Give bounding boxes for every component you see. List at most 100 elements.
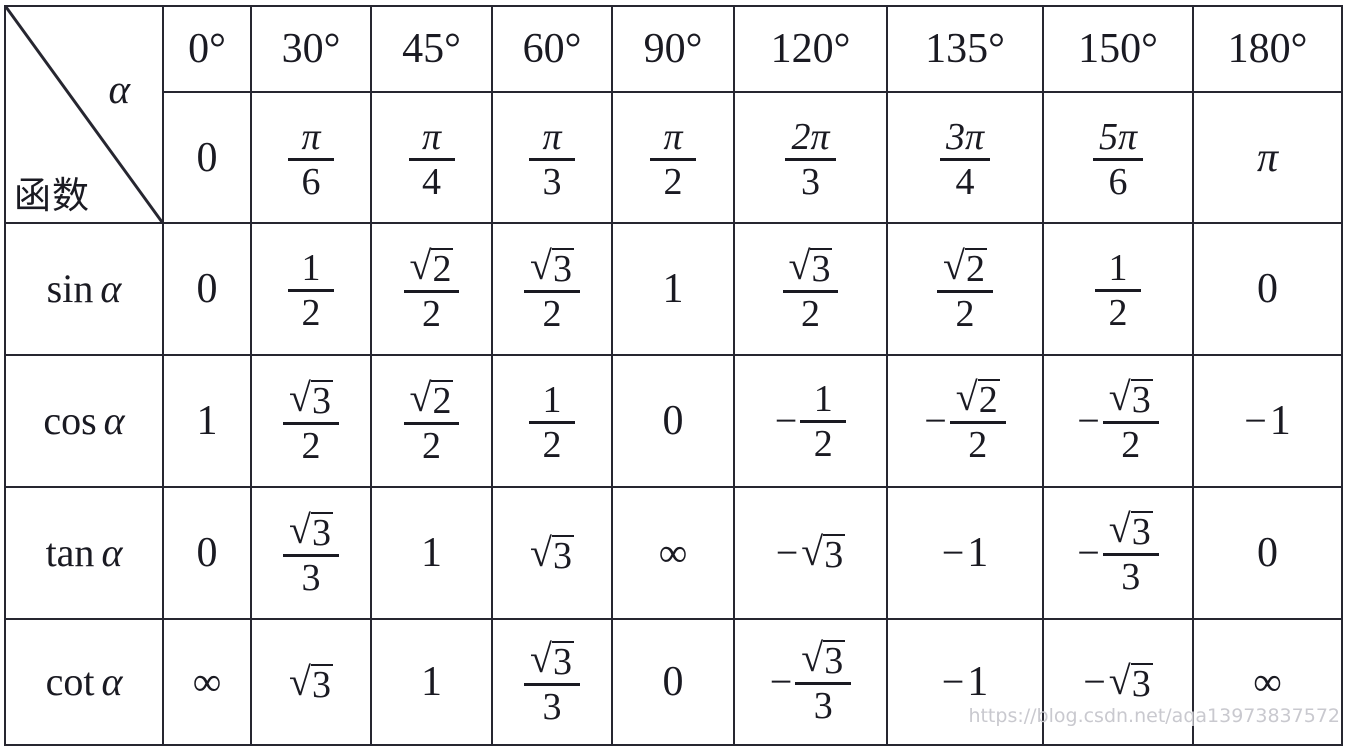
fraction: √ 3 2 [1102, 374, 1159, 464]
column-header-degrees: 30° [250, 5, 372, 93]
fraction: √ 2 2 [949, 377, 1006, 464]
column-header-degrees: 90° [611, 5, 735, 93]
table-cell: √ 3 2 [491, 222, 613, 356]
cell-value: − √ 3 [1083, 657, 1153, 704]
table-cell: 1 [370, 486, 493, 620]
value-text: 1 [301, 247, 321, 289]
square-root-icon: √ [530, 529, 552, 575]
fraction: √ 3 3 [795, 635, 852, 727]
cell-value: ∞ [1253, 662, 1282, 702]
fraction-denominator: 2 [663, 160, 683, 203]
radical-expression: √ 3 [289, 661, 333, 704]
cell-value: 0 [197, 268, 218, 310]
fraction-numerator: √ 2 [950, 377, 1006, 421]
corner-angle-label: α [108, 66, 130, 112]
fraction-numerator: √ 3 [524, 246, 580, 290]
value-text: 1 [1108, 247, 1128, 289]
trigonometric-values-table: α 函数 0° 30° 45° 60° 90° 120° 135° 150° 180° 0π6π… [4, 5, 1343, 746]
table-cell: −1 [886, 618, 1044, 746]
fraction-denominator: 3 [813, 685, 833, 727]
value-text: 0 [196, 134, 218, 181]
negative-sign: − [1077, 530, 1100, 575]
cell-value: 2π 3 [785, 118, 836, 201]
table-cell: −1 2 [733, 354, 888, 488]
value-text: 0 [662, 659, 684, 705]
cell-value: √ 3 3 [524, 639, 580, 728]
table-cell: − √ 3 [1042, 618, 1194, 746]
fraction: 12 [529, 381, 575, 464]
radical-expression: √ 3 [789, 246, 833, 290]
corner-header-cell: α 函数 [4, 5, 164, 224]
radicand: 3 [1130, 511, 1153, 553]
square-root-icon: √ [1108, 657, 1131, 703]
radical-expression: √ 3 [289, 510, 333, 552]
fraction-denominator: 3 [1121, 556, 1141, 598]
column-header-degrees: 0° [162, 5, 252, 93]
column-header-radians: π2 [611, 91, 735, 224]
degree-label: 90° [643, 25, 703, 72]
negative-sign: − [924, 398, 947, 443]
cell-value: 0 [663, 400, 684, 442]
fraction-numerator: 5π [1093, 118, 1143, 158]
fraction-numerator: 2π [785, 118, 835, 158]
cell-value: 12 [288, 249, 334, 332]
radical-expression: √ 2 [943, 246, 987, 288]
fraction: √ 3 2 [283, 375, 339, 467]
function-name: sin [46, 266, 94, 311]
cell-value: π6 [288, 118, 334, 201]
cell-value: π3 [529, 118, 575, 201]
negative-sign: − [941, 659, 965, 704]
column-header-radians: π3 [491, 91, 613, 224]
cell-value: 12 [529, 381, 575, 464]
cell-value: √ 2 2 [403, 246, 460, 333]
square-root-icon: √ [289, 375, 311, 420]
table-cell: √ 2 2 [886, 222, 1044, 356]
square-root-icon: √ [1108, 374, 1131, 419]
radical-expression: √ 3 [801, 531, 846, 574]
radicand: 3 [823, 640, 846, 682]
cell-value: √ 3 [289, 661, 333, 704]
header-radians-row: 0 π 6 π 4 π 3 π 2 2π 3 3π 4 5π 6 π [5, 91, 1343, 224]
table-cell: ∞ [162, 618, 252, 746]
fraction: 12 [1095, 249, 1141, 332]
fraction: √ 2 2 [403, 378, 460, 465]
fraction-numerator: √ 2 [937, 246, 993, 290]
column-header-degrees: 180° [1192, 5, 1343, 93]
fraction-denominator: 3 [542, 686, 562, 728]
radicand: 3 [551, 641, 574, 683]
table-cell: 1 [162, 354, 252, 488]
table-cell: − √ 3 3 [1042, 486, 1194, 620]
fraction-numerator: √ 3 [783, 246, 839, 290]
fraction-numerator: √ 3 [283, 375, 339, 422]
degree-label: 30° [281, 25, 341, 72]
table-cell: √ 3 2 [250, 354, 372, 488]
degree-label: 180° [1227, 25, 1308, 72]
fraction: π3 [529, 118, 575, 201]
fraction-denominator: 2 [542, 424, 562, 466]
cell-value: 1 [421, 532, 442, 574]
table-cell: 0 [611, 354, 735, 488]
cell-value: 0 [663, 661, 684, 703]
cell-value: π4 [408, 118, 455, 201]
column-header-degrees: 135° [886, 5, 1044, 93]
degree-label: 60° [522, 25, 582, 72]
column-header-degrees: 60° [491, 5, 613, 93]
fraction-denominator: 2 [301, 425, 321, 467]
row-header-sin: sin α [4, 222, 164, 356]
value-text: 1 [421, 530, 442, 576]
fraction: π4 [408, 118, 455, 201]
radicand: 3 [810, 248, 833, 290]
corner-function-label: 函数 [14, 174, 90, 217]
cell-value: 3π 4 [939, 118, 991, 201]
cell-value: 1 [197, 400, 218, 442]
value-text: 0 [662, 398, 684, 444]
fraction-numerator: 1 [808, 380, 839, 420]
radical-expression: √ 2 [410, 378, 454, 420]
fraction-denominator: 6 [301, 160, 321, 203]
square-root-icon: √ [801, 635, 824, 680]
fraction-numerator: π [657, 118, 688, 158]
fraction: π6 [288, 118, 334, 201]
negative-sign: − [1083, 659, 1106, 704]
radical-expression: √ 2 [956, 377, 1000, 419]
cell-value: − √ 3 3 [1077, 509, 1159, 598]
